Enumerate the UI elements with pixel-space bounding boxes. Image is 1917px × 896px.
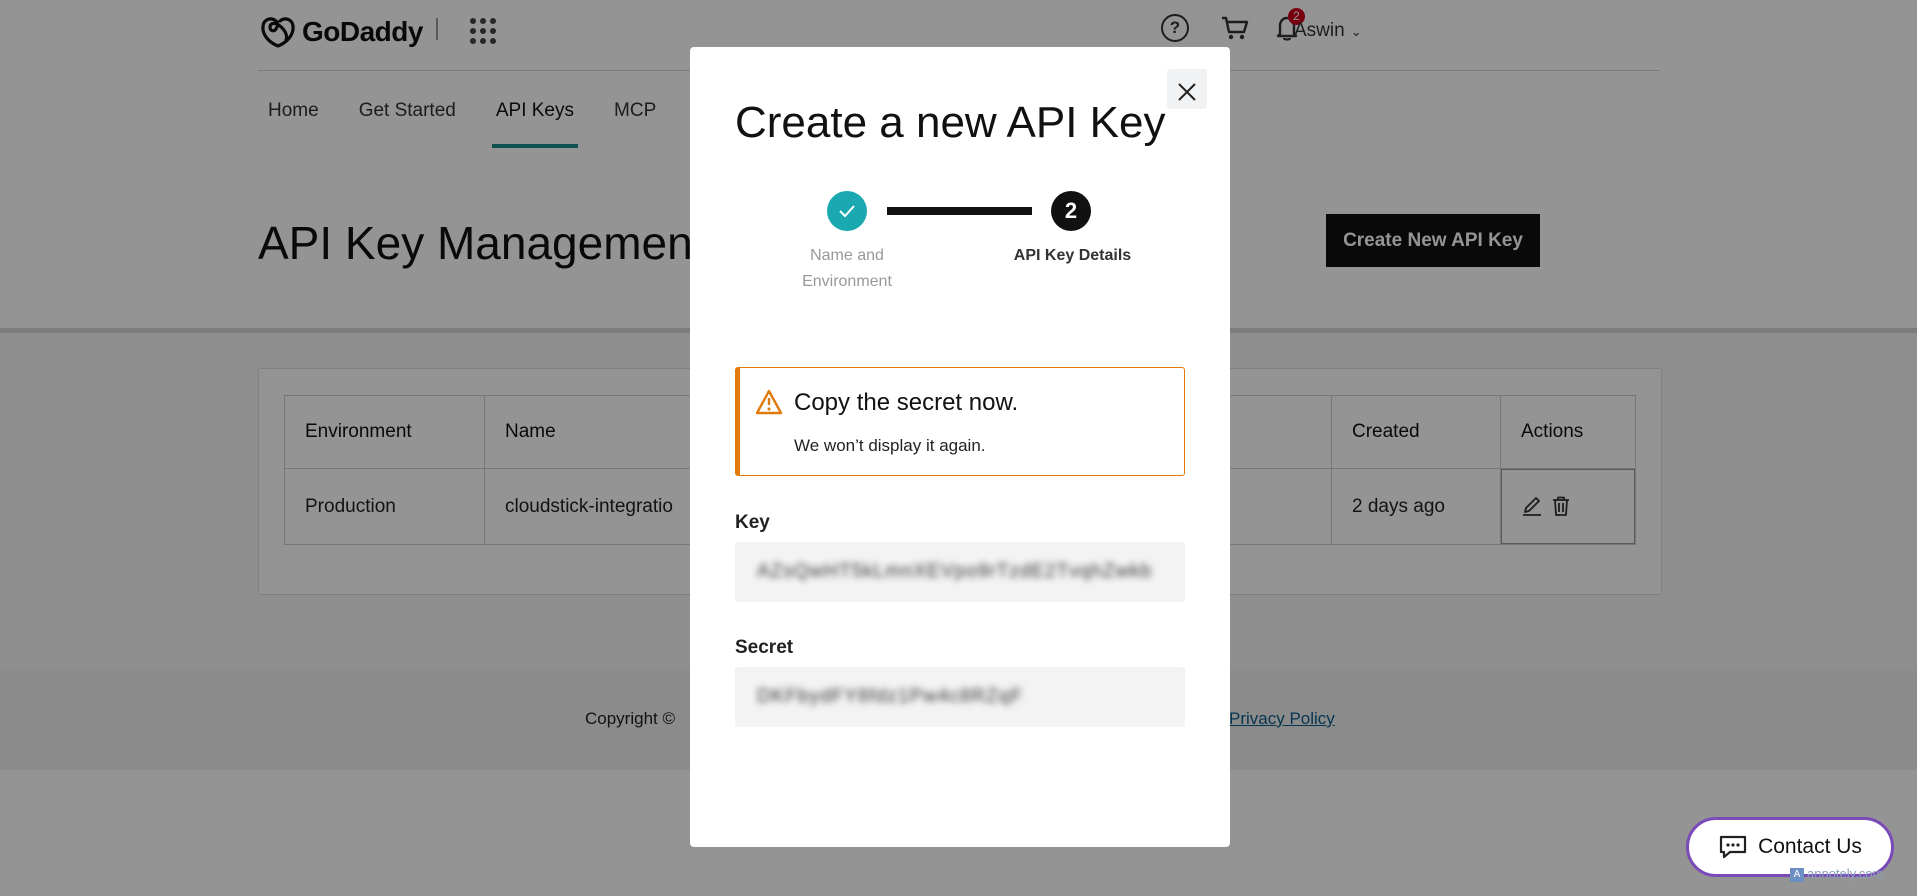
step-1-label: Name and Environment bbox=[802, 247, 892, 290]
watermark: Aannotely.com bbox=[1790, 866, 1883, 882]
step-2-current: 2 bbox=[1051, 191, 1091, 231]
alert-title: Copy the secret now. bbox=[794, 389, 1019, 416]
key-value: AZsQwHT5kLmnXEVpo9rTzdE2TvqhZwkb bbox=[757, 561, 1153, 582]
step-1-complete bbox=[827, 191, 867, 231]
secret-field[interactable]: DKFbydFY8fdz1Pw4c8RZqF bbox=[735, 667, 1185, 727]
checkmark-icon bbox=[839, 205, 855, 218]
modal-title: Create a new API Key bbox=[735, 98, 1166, 147]
watermark-icon: A bbox=[1790, 867, 1804, 882]
watermark-text: annotely.com bbox=[1807, 866, 1884, 881]
alert-body: We won’t display it again. bbox=[794, 436, 986, 455]
create-api-key-modal: Create a new API Key 2 Name and Environm… bbox=[690, 47, 1230, 847]
chat-icon bbox=[1719, 835, 1747, 859]
close-icon bbox=[1178, 83, 1196, 101]
key-label: Key bbox=[735, 512, 770, 533]
secret-label: Secret bbox=[735, 637, 794, 658]
copy-secret-alert: Copy the secret now. We won’t display it… bbox=[735, 367, 1185, 476]
warning-icon bbox=[755, 389, 783, 415]
contact-us-label: Contact Us bbox=[1758, 835, 1862, 858]
close-button[interactable] bbox=[1167, 69, 1207, 109]
step-2-label: API Key Details bbox=[1013, 247, 1132, 264]
secret-value: DKFbydFY8fdz1Pw4c8RZqF bbox=[757, 686, 1023, 707]
stepper-connector bbox=[887, 207, 1032, 215]
key-field[interactable]: AZsQwHT5kLmnXEVpo9rTzdE2TvqhZwkb bbox=[735, 542, 1185, 602]
